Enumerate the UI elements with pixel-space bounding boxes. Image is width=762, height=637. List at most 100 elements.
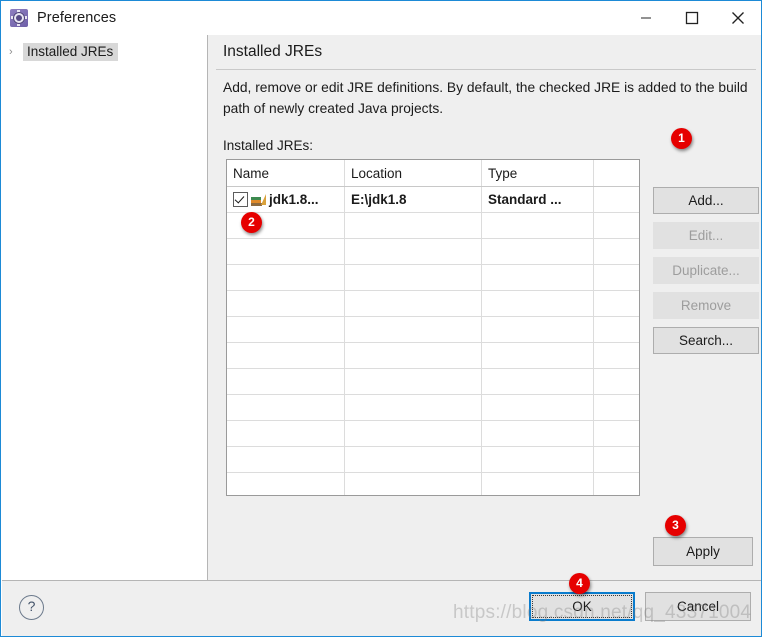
- cell-extra[interactable]: [593, 264, 639, 291]
- table-row[interactable]: [227, 342, 639, 369]
- cell-name[interactable]: [227, 446, 345, 473]
- cell-type[interactable]: [481, 264, 594, 291]
- column-header-extra[interactable]: [593, 160, 639, 187]
- jre-default-checkbox[interactable]: [233, 192, 248, 207]
- cell-type[interactable]: [481, 368, 594, 395]
- apply-button[interactable]: Apply: [653, 537, 753, 566]
- title-bar: Preferences: [1, 1, 761, 35]
- cell-extra[interactable]: [593, 394, 639, 421]
- cell-extra[interactable]: [593, 342, 639, 369]
- cell-location[interactable]: [344, 238, 482, 265]
- installed-jres-table[interactable]: Name Location Type jdk1.8... E:\jdk1.8 S…: [226, 159, 640, 496]
- column-header-location[interactable]: Location: [344, 160, 482, 187]
- cell-name[interactable]: [227, 316, 345, 343]
- maximize-icon[interactable]: [669, 1, 715, 35]
- table-row[interactable]: [227, 290, 639, 317]
- cell-extra[interactable]: [593, 420, 639, 447]
- table-row[interactable]: [227, 264, 639, 291]
- cell-type[interactable]: [481, 446, 594, 473]
- cell-type[interactable]: [481, 394, 594, 421]
- table-row[interactable]: [227, 212, 639, 239]
- preferences-gear-icon: [10, 9, 28, 27]
- cell-extra[interactable]: [593, 472, 639, 495]
- jre-library-icon: [251, 193, 266, 206]
- jre-name-text: jdk1.8...: [269, 192, 319, 207]
- add-button[interactable]: Add...: [653, 187, 759, 214]
- cell-type[interactable]: [481, 342, 594, 369]
- column-header-name[interactable]: Name: [227, 160, 345, 187]
- cell-extra[interactable]: [593, 212, 639, 239]
- cell-location[interactable]: [344, 264, 482, 291]
- cell-name[interactable]: [227, 264, 345, 291]
- table-row[interactable]: [227, 420, 639, 447]
- cell-location[interactable]: E:\jdk1.8: [344, 186, 482, 213]
- remove-button: Remove: [653, 292, 759, 319]
- cell-name[interactable]: [227, 394, 345, 421]
- cell-name[interactable]: [227, 368, 345, 395]
- page-description: Add, remove or edit JRE definitions. By …: [223, 80, 748, 116]
- cell-name[interactable]: [227, 420, 345, 447]
- question-mark-icon[interactable]: ?: [19, 595, 44, 620]
- cell-location[interactable]: [344, 420, 482, 447]
- cell-type[interactable]: Standard ...: [481, 186, 594, 213]
- ok-button-label: OK: [572, 599, 592, 614]
- cell-location[interactable]: [344, 316, 482, 343]
- cell-location[interactable]: [344, 446, 482, 473]
- cell-name[interactable]: jdk1.8...: [227, 186, 345, 213]
- table-row[interactable]: [227, 394, 639, 421]
- cell-location[interactable]: [344, 394, 482, 421]
- installed-jres-label: Installed JREs:: [223, 138, 314, 153]
- cell-type[interactable]: [481, 290, 594, 317]
- annotation-badge-4: 4: [569, 573, 590, 594]
- preferences-tree-sidebar: › Installed JREs: [2, 35, 206, 600]
- preferences-dialog: Preferences › Installed JREs Installed J…: [0, 0, 762, 637]
- table-row[interactable]: [227, 238, 639, 265]
- cell-extra[interactable]: [593, 446, 639, 473]
- table-row[interactable]: [227, 446, 639, 473]
- annotation-badge-1: 1: [671, 128, 692, 149]
- table-row[interactable]: [227, 368, 639, 395]
- cell-name[interactable]: [227, 290, 345, 317]
- cell-name[interactable]: [227, 238, 345, 265]
- table-body: jdk1.8... E:\jdk1.8 Standard ...: [227, 186, 639, 495]
- cell-name[interactable]: [227, 342, 345, 369]
- ok-button[interactable]: OK: [529, 592, 635, 621]
- cell-extra[interactable]: [593, 316, 639, 343]
- cell-name[interactable]: [227, 472, 345, 495]
- sidebar-item-label: Installed JREs: [23, 43, 119, 61]
- cell-location[interactable]: [344, 290, 482, 317]
- search-button[interactable]: Search...: [653, 327, 759, 354]
- dialog-footer: ? OK Cancel: [2, 581, 761, 636]
- title-separator: [216, 69, 756, 70]
- cell-type[interactable]: [481, 238, 594, 265]
- cell-location[interactable]: [344, 368, 482, 395]
- duplicate-button: Duplicate...: [653, 257, 759, 284]
- edit-button: Edit...: [653, 222, 759, 249]
- annotation-badge-2: 2: [241, 212, 262, 233]
- cell-extra[interactable]: [593, 290, 639, 317]
- cell-extra[interactable]: [593, 186, 639, 213]
- window-controls: [623, 1, 761, 35]
- table-row[interactable]: [227, 316, 639, 343]
- annotation-badge-3: 3: [665, 515, 686, 536]
- minimize-icon[interactable]: [623, 1, 669, 35]
- cell-type[interactable]: [481, 316, 594, 343]
- cell-location[interactable]: [344, 342, 482, 369]
- table-row[interactable]: [227, 472, 639, 495]
- page-title: Installed JREs: [223, 43, 323, 60]
- cell-extra[interactable]: [593, 238, 639, 265]
- cancel-button[interactable]: Cancel: [645, 592, 751, 621]
- window-title: Preferences: [37, 10, 117, 26]
- cell-type[interactable]: [481, 472, 594, 495]
- table-row[interactable]: jdk1.8... E:\jdk1.8 Standard ...: [227, 186, 639, 213]
- cell-location[interactable]: [344, 472, 482, 495]
- cell-location[interactable]: [344, 212, 482, 239]
- chevron-right-icon[interactable]: ›: [9, 46, 23, 58]
- cell-type[interactable]: [481, 212, 594, 239]
- column-header-type[interactable]: Type: [481, 160, 594, 187]
- table-header-row: Name Location Type: [227, 160, 639, 187]
- cell-extra[interactable]: [593, 368, 639, 395]
- sidebar-item-installed-jres[interactable]: › Installed JREs: [2, 42, 206, 62]
- cell-type[interactable]: [481, 420, 594, 447]
- close-icon[interactable]: [715, 1, 761, 35]
